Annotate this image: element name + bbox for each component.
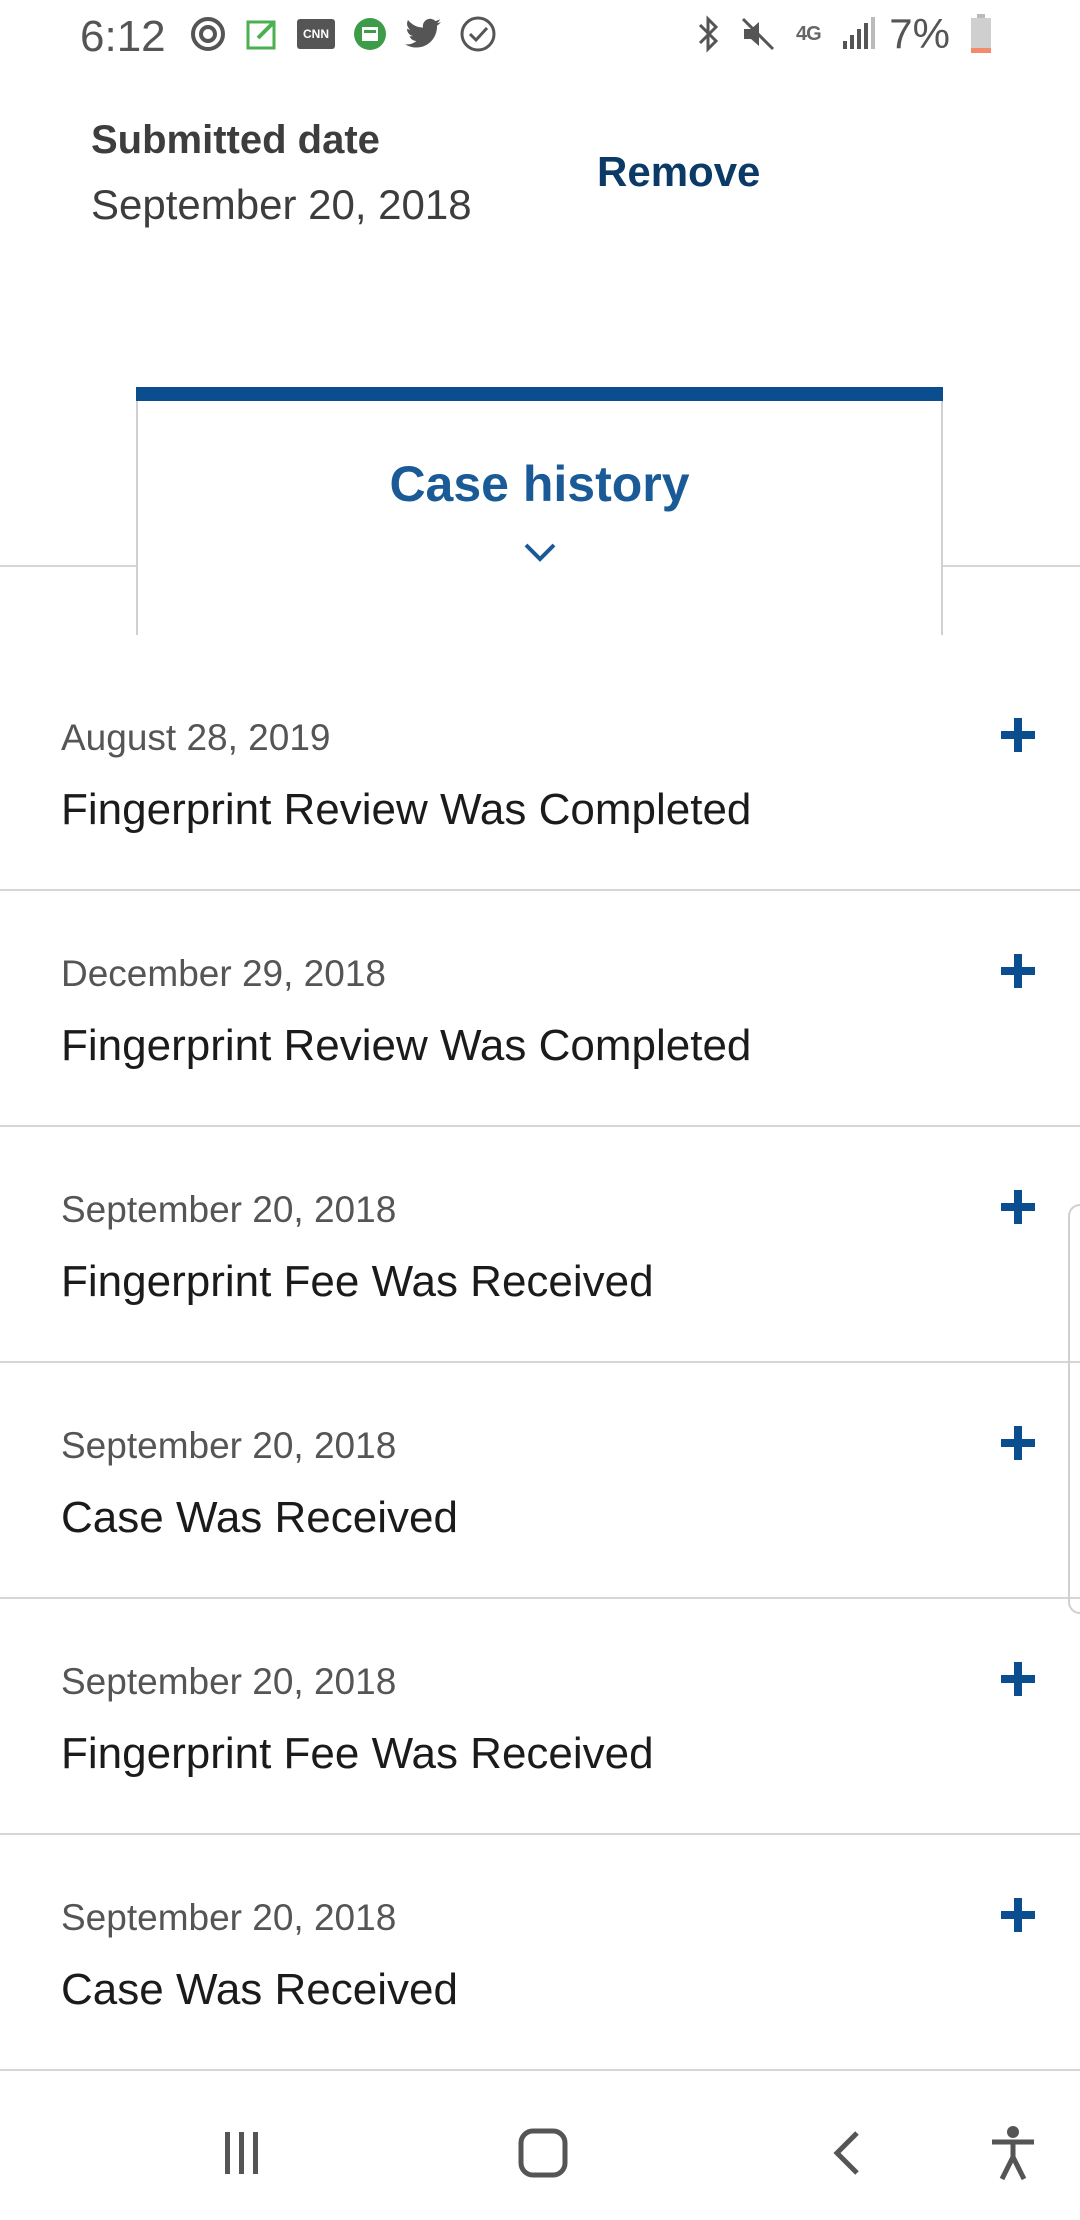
history-title: Fingerprint Fee Was Received [61,1729,654,1778]
history-title: Case Was Received [61,1965,458,2014]
activity-icon [188,14,228,54]
plus-icon[interactable] [998,1659,1038,1699]
history-item[interactable]: August 28, 2019 Fingerprint Review Was C… [0,655,1080,891]
history-item[interactable]: December 29, 2018 Fingerprint Review Was… [0,891,1080,1127]
check-circle-icon [458,14,498,54]
twitter-icon [404,14,444,54]
signal-icon [839,14,877,54]
submitted-date-block: Submitted date September 20, 2018 [91,118,472,229]
lte-icon: 4G [795,22,822,45]
notification-icons: CNN [188,14,498,54]
tab-divider-right [943,565,1080,567]
home-icon[interactable] [508,2118,578,2188]
history-date: December 29, 2018 [61,953,386,994]
history-title: Fingerprint Fee Was Received [61,1257,654,1306]
history-item[interactable]: September 20, 2018 Case Was Received [0,1363,1080,1599]
news-icon [350,14,390,54]
bluetooth-icon [689,14,727,54]
battery-icon [962,14,1000,54]
plus-icon[interactable] [998,715,1038,755]
history-date: September 20, 2018 [61,1425,397,1466]
history-title: Fingerprint Review Was Completed [61,1021,752,1070]
history-date: September 20, 2018 [61,1897,397,1938]
plus-icon[interactable] [998,951,1038,991]
plus-icon[interactable] [998,1895,1038,1935]
notes-icon [242,14,282,54]
status-time: 6:12 [80,12,166,61]
history-title: Fingerprint Review Was Completed [61,785,752,834]
mute-icon [739,14,777,54]
status-bar: 6:12 CNN 4G 7% [0,0,1080,72]
plus-icon[interactable] [998,1423,1038,1463]
system-icons: 4G 7% [689,10,1000,58]
recent-apps-icon[interactable] [207,2118,277,2188]
navigation-bar [0,2078,1080,2220]
history-date: September 20, 2018 [61,1189,397,1230]
plus-icon[interactable] [998,1187,1038,1227]
submitted-date-label: Submitted date [91,118,380,162]
battery-percent: 7% [889,10,950,57]
history-date: August 28, 2019 [61,717,331,758]
history-item[interactable]: September 20, 2018 Case Was Received [0,1835,1080,2071]
tab-label: Case history [389,456,690,512]
cnn-label: CNN [297,19,335,49]
cnn-icon: CNN [296,14,336,54]
tab-active-indicator [136,387,943,401]
tab-case-history[interactable]: Case history [136,387,943,635]
history-title: Case Was Received [61,1493,458,1542]
history-item[interactable]: September 20, 2018 Fingerprint Fee Was R… [0,1599,1080,1835]
remove-button[interactable]: Remove [597,148,760,196]
case-history-list: August 28, 2019 Fingerprint Review Was C… [0,655,1080,2071]
accessibility-icon[interactable] [978,2118,1048,2188]
scroll-handle[interactable] [1068,1204,1080,1614]
tab-divider-left [0,565,136,567]
history-item[interactable]: September 20, 2018 Fingerprint Fee Was R… [0,1127,1080,1363]
history-date: September 20, 2018 [61,1661,397,1702]
submitted-date-value: September 20, 2018 [91,181,472,228]
chevron-down-icon [520,537,560,567]
back-icon[interactable] [812,2118,882,2188]
